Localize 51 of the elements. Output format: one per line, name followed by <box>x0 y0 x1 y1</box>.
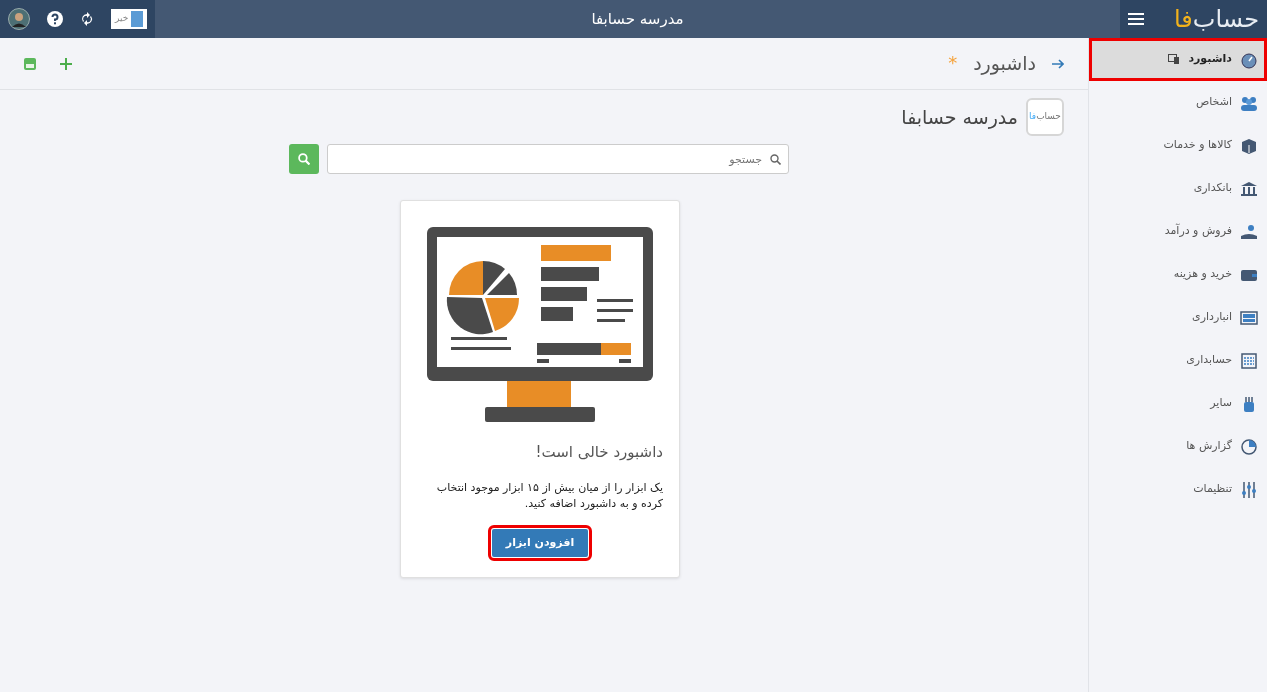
line-mark <box>619 359 631 363</box>
sidebar-item[interactable]: خرید و هزینه <box>1089 253 1267 296</box>
help-icon[interactable] <box>47 11 63 27</box>
devices-icon[interactable] <box>1168 54 1181 65</box>
pie-slice <box>446 297 493 335</box>
sidebar-item[interactable]: اشخاص <box>1089 81 1267 124</box>
sliders-icon <box>1240 480 1258 499</box>
menu-icon[interactable] <box>1128 12 1144 26</box>
business-logo: حسابفا <box>1026 98 1064 136</box>
abacus-icon <box>1240 351 1258 370</box>
sidebar-item[interactable]: بانکداری <box>1089 167 1267 210</box>
pie-slice <box>485 298 519 331</box>
line-mark <box>597 309 633 312</box>
sidebar-item[interactable]: حسابداری <box>1089 339 1267 382</box>
empty-heading: داشبورد خالی است! <box>534 442 663 463</box>
arrow-icon[interactable] <box>1052 58 1064 69</box>
chart-circle-icon <box>1240 437 1258 456</box>
bar <box>541 245 611 261</box>
empty-message: یک ابزار را از میان بیش از ۱۵ ابزار موجود انتخاب کرده و به داشبورد اضافه کنید. <box>435 479 663 512</box>
sidebar-item[interactable]: فروش و درآمد <box>1089 210 1267 253</box>
business-name: مدرسه حسابفا <box>901 104 1018 131</box>
sidebar-item[interactable]: کالاها و خدمات <box>1089 124 1267 167</box>
line-mark <box>537 359 549 363</box>
shelf-icon <box>1240 308 1258 327</box>
page-title: داشبورد <box>973 51 1036 77</box>
window-title: مدرسه حسابفا <box>591 8 684 30</box>
sidebar-item[interactable]: سایر <box>1089 382 1267 425</box>
box-icon <box>1240 136 1258 155</box>
plus-icon[interactable] <box>60 57 72 70</box>
line-mark <box>451 337 507 340</box>
sidebar-item[interactable]: داشبورد <box>1089 38 1267 81</box>
monitor-neck <box>507 381 571 407</box>
sidebar-item[interactable]: گزارش ها <box>1089 425 1267 468</box>
line-mark <box>597 299 633 302</box>
unsaved-mark: * <box>948 51 958 76</box>
search-field[interactable]: جستجو <box>327 144 789 174</box>
refresh-icon[interactable] <box>80 12 94 26</box>
sidebar-item[interactable]: تنظیمات <box>1089 468 1267 511</box>
bank-icon <box>1240 179 1258 198</box>
sidebar-item[interactable]: انبارداری <box>1089 296 1267 339</box>
bar <box>541 287 587 301</box>
search-icon <box>770 154 781 165</box>
app-logo: حسابفا <box>1174 7 1259 31</box>
bar <box>541 267 599 281</box>
user-avatar[interactable] <box>8 8 30 30</box>
user-chip[interactable]: خیر <box>111 9 147 29</box>
line-mark <box>451 347 511 350</box>
gauge-icon <box>1240 50 1258 69</box>
line-mark <box>597 319 625 322</box>
bar <box>541 307 573 321</box>
search-icon <box>298 153 310 165</box>
